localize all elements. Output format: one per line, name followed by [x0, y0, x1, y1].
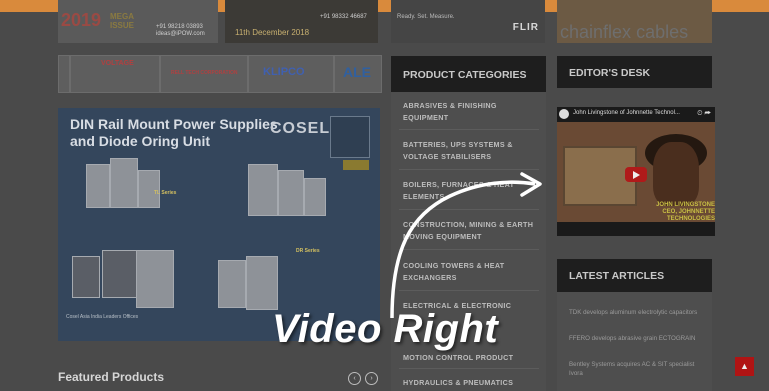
article-link[interactable]: Bentley Systems acquires AC & SIT specia…: [569, 360, 707, 378]
category-link[interactable]: ABRASIVES & FINISHING EQUIPMENT: [403, 100, 543, 124]
divider: [399, 209, 539, 210]
psu-image: [102, 250, 138, 298]
product-categories-header: PRODUCT CATEGORIES: [391, 56, 546, 92]
series-label: DR Series: [296, 248, 320, 254]
ad-mega-issue[interactable]: 2019 MEGA ISSUE +91 98218 03893 ideas@iPOW…: [58, 0, 218, 43]
ad-chainflex[interactable]: chainflex cables: [557, 0, 712, 43]
partner-logo-klipco[interactable]: KLIPCO: [248, 55, 334, 93]
category-link[interactable]: HYDRAULICS & PNEUMATICS: [403, 377, 543, 389]
article-link[interactable]: FFERO develops abrasive grain ECTOGRAIN: [569, 334, 707, 343]
psu-image: [246, 256, 278, 310]
play-button-icon[interactable]: [625, 167, 647, 182]
category-link[interactable]: BATTERIES, UPS SYSTEMS & VOLTAGE STABILI…: [403, 139, 543, 163]
ad-phone: +91 98332 46687: [320, 14, 367, 20]
banner-footer: Cosel Asia India Leaders Offices: [66, 314, 139, 320]
psu-image: [110, 158, 138, 208]
partner-logo-rell[interactable]: RELL TECH CORPORATION: [160, 55, 248, 93]
partner-logo-ale[interactable]: ALE: [334, 55, 382, 93]
person-face: [653, 142, 699, 206]
ad-year: 2019: [61, 10, 102, 30]
next-arrow-icon[interactable]: ›: [365, 372, 378, 385]
share-icon[interactable]: ⏲ ➦: [697, 110, 711, 118]
partner-logo-voltage[interactable]: VOLTAGE: [70, 55, 160, 93]
category-link[interactable]: COOLING TOWERS & HEAT EXCHANGERS: [403, 260, 543, 284]
divider: [399, 129, 539, 130]
featured-products-title: Featured Products: [58, 370, 165, 384]
ad-contact: +91 98218 03893 ideas@iPOW.com: [156, 24, 205, 37]
psu-image: [72, 256, 100, 298]
divider: [399, 249, 539, 250]
divider: [399, 169, 539, 170]
category-link[interactable]: MOTION CONTROL PRODUCT: [403, 352, 543, 364]
ad-tag: MEGA ISSUE: [110, 12, 135, 30]
partner-logos: VOLTAGE RELL TECH CORPORATION KLIPCO ALE: [58, 55, 382, 93]
psu-image: [136, 250, 174, 308]
series-label: TL Series: [154, 190, 177, 196]
divider: [399, 368, 539, 369]
channel-avatar[interactable]: [559, 109, 569, 119]
article-link[interactable]: TDK develops aluminum electrolytic capac…: [569, 308, 707, 317]
editors-desk-header: EDITOR'S DESK: [557, 56, 712, 88]
chainflex-logo: chainflex cables: [560, 22, 689, 42]
video-title[interactable]: John Livingstone of Johnnette Technol...: [573, 110, 680, 116]
ad-flir[interactable]: Ready. Set. Measure. FLIR: [391, 0, 545, 43]
video-player[interactable]: John Livingstone of Johnnette Technol...…: [557, 107, 715, 236]
video-caption: JOHN LIVINGSTONE CEO, JOHNNETTE TECHNOLOG…: [656, 202, 715, 222]
latest-articles-header: LATEST ARTICLES: [557, 259, 712, 292]
ad-flir-text: Ready. Set. Measure.: [397, 14, 455, 20]
divider: [399, 290, 539, 291]
psu-image: [218, 260, 246, 308]
cosel-logo: COSEL: [270, 120, 331, 137]
latest-articles-title: LATEST ARTICLES: [569, 270, 665, 282]
prev-arrow-icon[interactable]: ‹: [348, 372, 361, 385]
ad-date: 11th December 2018: [235, 28, 310, 37]
product-categories-title: PRODUCT CATEGORIES: [403, 69, 527, 81]
badge-icon: [330, 116, 370, 158]
flir-logo: FLIR: [512, 22, 539, 33]
editors-desk-title: EDITOR'S DESK: [569, 67, 651, 79]
category-link[interactable]: BOILERS, FURNACES & HEAT ELEMENTS: [403, 179, 543, 203]
banner-pill: [343, 160, 369, 170]
psu-image: [278, 170, 304, 216]
psu-image: [248, 164, 278, 216]
psu-image: [138, 170, 160, 208]
ad-expo[interactable]: 11th December 2018 +91 98332 46687: [225, 0, 378, 43]
psu-image: [86, 164, 110, 208]
latest-articles-list: TDK develops aluminum electrolytic capac…: [557, 292, 712, 391]
logo-scroll-left[interactable]: [58, 55, 70, 93]
category-link[interactable]: CONSTRUCTION, MINING & EARTH MOVING EQUI…: [403, 219, 543, 243]
banner-headline: DIN Rail Mount Power Supplies and Diode O…: [70, 116, 278, 149]
overlay-label: Video Right: [272, 307, 499, 351]
scroll-to-top-button[interactable]: ▲: [735, 357, 754, 376]
psu-image: [304, 178, 326, 216]
